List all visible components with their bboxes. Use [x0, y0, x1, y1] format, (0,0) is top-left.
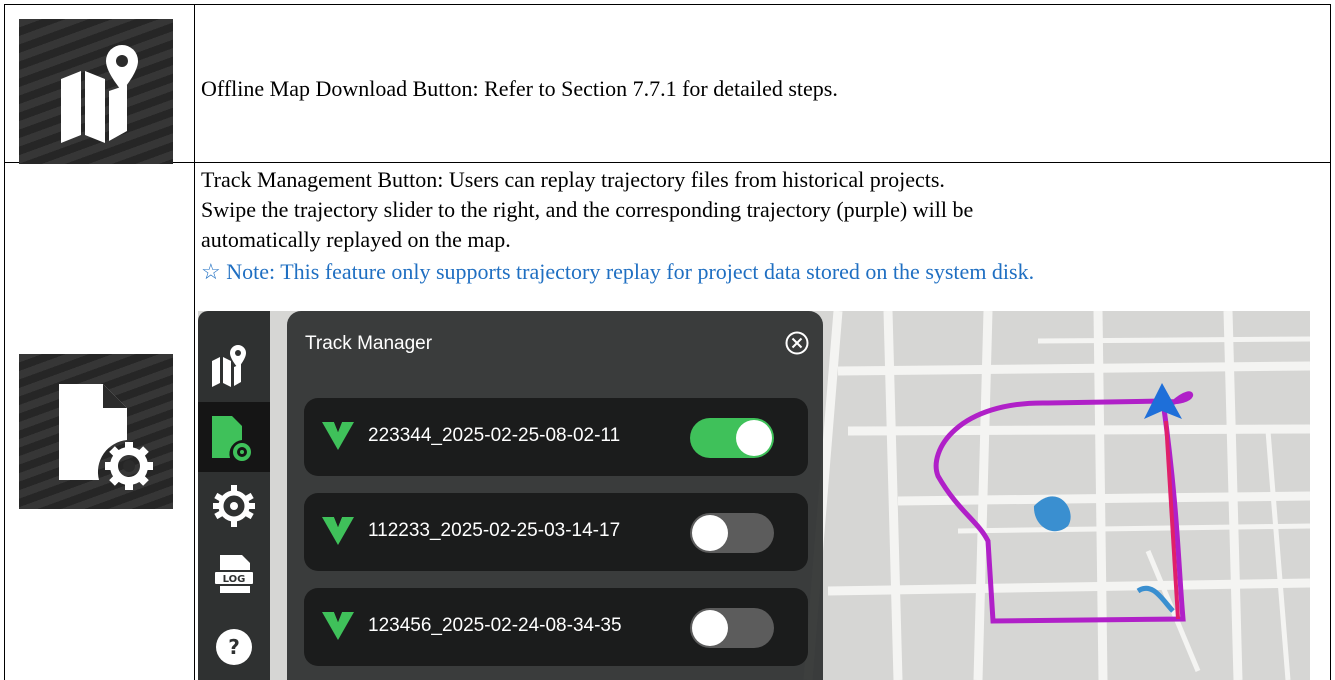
- track-item[interactable]: 123456_2025-02-24-08-34-35: [304, 588, 808, 666]
- track-manager-screenshot: LOG ? Track Manager 223344_2025-02-25-08…: [198, 311, 1310, 680]
- track-management-note: ☆ Note: This feature only supports traje…: [201, 259, 1035, 284]
- app-sidebar: LOG ?: [198, 311, 270, 680]
- track-management-line2: Swipe the trajectory slider to the right…: [201, 197, 974, 222]
- track-management-line3: automatically replayed on the map.: [201, 227, 511, 252]
- table-column-divider: [194, 5, 195, 680]
- toggle-knob: [736, 420, 772, 456]
- help-icon-label: ?: [228, 635, 240, 659]
- log-icon-label: LOG: [223, 574, 246, 585]
- track-toggle[interactable]: [690, 513, 774, 553]
- track-item[interactable]: 112233_2025-02-25-03-14-17: [304, 493, 808, 571]
- panel-title: Track Manager: [305, 333, 433, 354]
- toggle-knob: [692, 610, 728, 646]
- track-logo-icon: [322, 422, 354, 450]
- close-icon[interactable]: [785, 331, 809, 355]
- track-name: 112233_2025-02-25-03-14-17: [368, 520, 621, 541]
- offline-map-description: Offline Map Download Button: Refer to Se…: [201, 76, 838, 101]
- track-toggle[interactable]: [690, 608, 774, 648]
- track-management-line1: Track Management Button: Users can repla…: [201, 167, 945, 192]
- track-file-gear-icon[interactable]: [198, 402, 270, 472]
- map-pin-icon[interactable]: [198, 333, 270, 391]
- track-management-icon: [19, 354, 173, 509]
- track-name: 123456_2025-02-24-08-34-35: [368, 615, 622, 636]
- track-logo-icon: [322, 517, 354, 545]
- offline-map-icon: [19, 19, 173, 164]
- log-icon[interactable]: LOG: [198, 545, 270, 603]
- track-item[interactable]: 223344_2025-02-25-08-02-11: [304, 398, 808, 476]
- help-icon[interactable]: ?: [198, 623, 270, 673]
- track-toggle[interactable]: [690, 418, 774, 458]
- track-manager-panel: Track Manager 223344_2025-02-25-08-02-11…: [287, 311, 823, 680]
- track-name: 223344_2025-02-25-08-02-11: [368, 425, 621, 446]
- toggle-knob: [692, 515, 728, 551]
- table-row-divider: [5, 162, 1330, 163]
- track-logo-icon: [322, 612, 354, 640]
- settings-gear-icon[interactable]: [198, 479, 270, 537]
